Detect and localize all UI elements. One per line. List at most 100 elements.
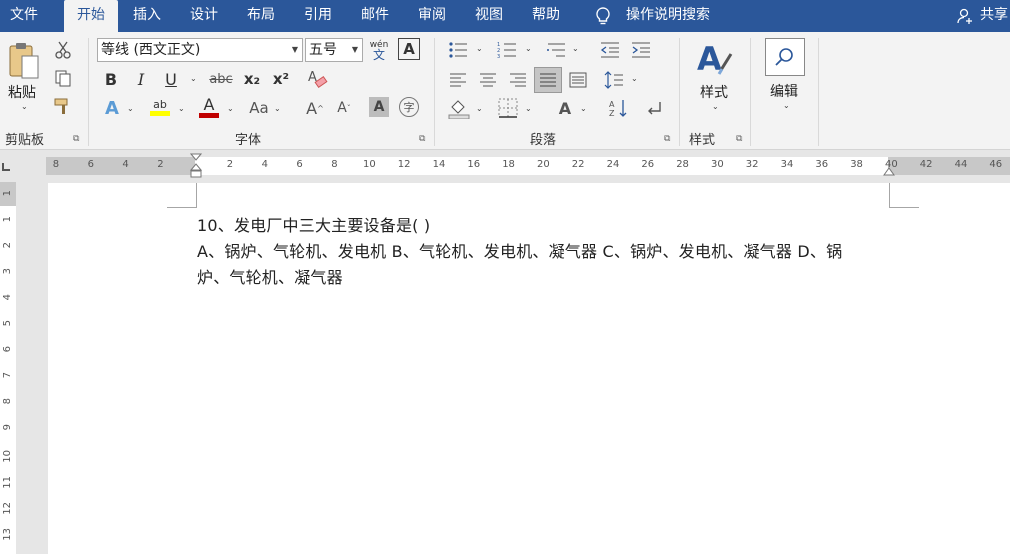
align-left-icon[interactable] (447, 70, 469, 90)
underline-button[interactable]: U (161, 68, 181, 90)
ruler-number: 34 (780, 159, 794, 170)
dialog-launcher-icon[interactable]: ⧉ (736, 134, 746, 144)
align-center-icon[interactable] (477, 70, 499, 90)
vertical-ruler[interactable]: 1 1 2 3 4 5 6 7 8 9 10 11 12 13 (0, 182, 16, 554)
chevron-down-icon[interactable]: ⌄ (476, 44, 483, 53)
tab-home[interactable]: 开始 (64, 0, 118, 32)
dialog-launcher-icon[interactable]: ⧉ (664, 134, 674, 144)
svg-text:A: A (697, 40, 722, 78)
crop-mark (167, 207, 197, 208)
styles-button-label: 样式 (700, 85, 728, 101)
italic-button[interactable]: I (131, 68, 151, 90)
shading-icon[interactable] (447, 96, 471, 120)
chevron-down-icon[interactable]: ⌄ (227, 104, 234, 113)
tab-design[interactable]: 设计 (190, 0, 218, 32)
ruler-number: 4 (122, 159, 129, 170)
tab-layout[interactable]: 布局 (247, 0, 275, 32)
format-painter-icon[interactable] (53, 96, 73, 116)
multilevel-list-icon[interactable] (545, 40, 567, 60)
bold-button[interactable]: B (101, 68, 121, 90)
chevron-down-icon[interactable]: ⌄ (21, 102, 28, 111)
highlight-color-swatch (150, 110, 170, 116)
chevron-down-icon[interactable]: ⌄ (631, 74, 638, 83)
grow-font-icon: A (306, 98, 318, 118)
document-paragraph-line[interactable]: A、锅炉、气轮机、发电机 B、气轮机、发电机、凝气器 C、锅炉、发电机、凝气器 … (197, 238, 842, 262)
highlight-color-button[interactable]: ab (148, 94, 172, 120)
tab-insert[interactable]: 插入 (133, 0, 161, 32)
cut-icon[interactable] (53, 40, 73, 60)
show-paragraph-marks-icon[interactable] (643, 96, 665, 120)
line-spacing-icon[interactable] (603, 70, 625, 90)
ruler-number: 8 (2, 398, 13, 405)
chevron-down-icon[interactable]: ⌄ (274, 104, 281, 113)
tell-me-label: 操作说明搜索 (626, 7, 710, 23)
font-color-swatch (199, 113, 219, 118)
bullets-icon[interactable] (447, 40, 469, 60)
sort-icon[interactable]: AZ (607, 96, 629, 120)
phonetic-guide-button[interactable]: wén 文 (368, 38, 390, 62)
chevron-down-icon[interactable]: ⌄ (572, 44, 579, 53)
highlighter-icon: ab (153, 97, 167, 111)
enclose-characters-button[interactable]: 字 (399, 97, 419, 117)
change-case-button[interactable]: Aa (246, 96, 272, 120)
editing-button[interactable] (765, 38, 805, 76)
document-paragraph-line[interactable]: 炉、气轮机、凝气器 (197, 264, 343, 288)
ruler-number: 20 (537, 159, 550, 170)
justify-icon[interactable] (534, 67, 562, 93)
ruler-number: 2 (226, 159, 234, 170)
shrink-font-button[interactable]: Aˇ (334, 96, 354, 120)
ruler-number: 10 (2, 450, 13, 463)
tab-review[interactable]: 审阅 (418, 0, 446, 32)
font-size-combo[interactable]: 五号 ▼ (305, 38, 363, 62)
font-color-button[interactable]: A (198, 94, 220, 120)
styles-icon: A (697, 40, 733, 78)
tab-mailings[interactable]: 邮件 (361, 0, 389, 32)
tab-references[interactable]: 引用 (304, 0, 332, 32)
copy-icon[interactable] (53, 68, 73, 88)
tab-help[interactable]: 帮助 (532, 0, 560, 32)
font-name-combo[interactable]: 等线 (西文正文) ▼ (97, 38, 303, 62)
chevron-down-icon[interactable]: ⌄ (476, 104, 483, 113)
chevron-down-icon[interactable]: ⌄ (783, 101, 790, 110)
paste-label: 粘贴 (8, 85, 36, 101)
character-border-icon[interactable]: A (398, 38, 420, 60)
chevron-down-icon[interactable]: ⌄ (525, 104, 532, 113)
text-effects-icon[interactable]: A (101, 96, 123, 120)
chevron-down-icon[interactable]: ⌄ (712, 102, 719, 111)
dialog-launcher-icon[interactable]: ⧉ (73, 134, 83, 144)
grow-font-button[interactable]: A ^ (305, 96, 325, 120)
subscript-button[interactable]: x₂ (241, 68, 263, 90)
borders-icon[interactable] (496, 96, 520, 120)
chevron-down-icon[interactable]: ⌄ (178, 104, 185, 113)
decrease-indent-icon[interactable] (599, 40, 621, 60)
styles-button[interactable]: A (694, 38, 736, 82)
distributed-icon[interactable] (567, 70, 589, 90)
character-shading-button[interactable]: A (369, 97, 389, 117)
indent-marker-icon[interactable] (190, 153, 202, 179)
ruler-corner[interactable] (0, 157, 16, 175)
ruler-number: 3 (2, 268, 13, 275)
horizontal-ruler[interactable]: 8 6 4 2 2 4 6 8 10 12 14 16 18 20 22 24 26 28 30 32 34 36 38 40… (46, 153, 1010, 178)
strikethrough-button[interactable]: abc (206, 68, 236, 90)
document-paragraph-line[interactable]: 10、发电厂中三大主要设备是( ) (197, 212, 430, 236)
chevron-down-icon[interactable]: ⌄ (190, 74, 197, 83)
dialog-launcher-icon[interactable]: ⧉ (419, 134, 429, 144)
clear-formatting-icon[interactable]: A (306, 66, 330, 92)
ruler-number: 36 (815, 159, 829, 170)
numbering-icon[interactable]: 123 (496, 40, 518, 60)
chevron-down-icon[interactable]: ⌄ (127, 104, 134, 113)
ruler-number: 14 (432, 159, 446, 170)
crop-mark (889, 183, 890, 208)
ruler-number: 6 (296, 159, 303, 170)
increase-indent-icon[interactable] (630, 40, 652, 60)
character-scaling-icon[interactable]: A (553, 96, 577, 120)
ruler-number: 8 (331, 159, 338, 170)
font-name-value: 等线 (西文正文) (101, 42, 201, 58)
chevron-down-icon[interactable]: ⌄ (580, 104, 587, 113)
superscript-button[interactable]: x² (270, 68, 292, 90)
chevron-down-icon[interactable]: ⌄ (525, 44, 532, 53)
tab-view[interactable]: 视图 (475, 0, 503, 32)
paste-button[interactable] (6, 40, 42, 82)
align-right-icon[interactable] (507, 70, 529, 90)
tab-file[interactable]: 文件 (10, 0, 46, 32)
